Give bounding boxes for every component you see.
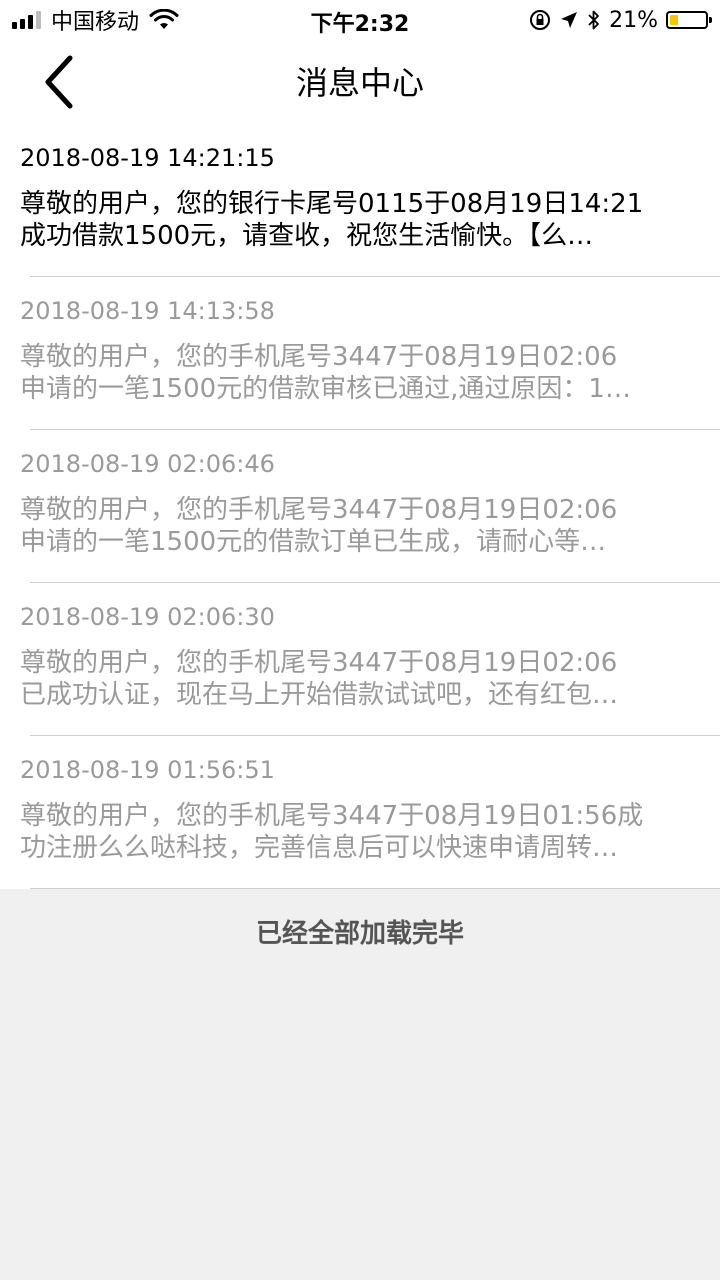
message-body: 尊敬的用户，您的手机尾号3447于08月19日01:56成 功注册么么哒科技，完…: [20, 800, 700, 864]
message-line: 尊敬的用户，您的银行卡尾号0115于08月19日14:21: [20, 189, 644, 219]
status-bar: 中国移动 下午2:32 21%: [0, 0, 720, 40]
message-line: 申请的一笔1500元的借款审核已通过,通过原因：1…: [20, 374, 631, 404]
message-item[interactable]: 2018-08-19 14:21:15 尊敬的用户，您的银行卡尾号0115于08…: [0, 124, 720, 277]
bluetooth-icon: [588, 10, 599, 30]
message-center-screen: 中国移动 下午2:32 21% 消息中心 2018-08-19 14:21:15…: [0, 0, 720, 1280]
message-item[interactable]: 2018-08-19 01:56:51 尊敬的用户，您的手机尾号3447于08月…: [0, 736, 720, 889]
battery-icon: [666, 11, 712, 29]
message-line: 尊敬的用户，您的手机尾号3447于08月19日02:06: [20, 648, 618, 678]
message-item[interactable]: 2018-08-19 02:06:30 尊敬的用户，您的手机尾号3447于08月…: [0, 583, 720, 736]
message-line: 申请的一笔1500元的借款订单已生成，请耐心等…: [20, 527, 607, 557]
message-item[interactable]: 2018-08-19 02:06:46 尊敬的用户，您的手机尾号3447于08月…: [0, 430, 720, 583]
orientation-lock-icon: [530, 10, 551, 30]
message-body: 尊敬的用户，您的手机尾号3447于08月19日02:06 申请的一笔1500元的…: [20, 341, 700, 405]
message-line: 成功借款1500元，请查收，祝您生活愉快。【么…: [20, 221, 594, 251]
message-time: 2018-08-19 02:06:30: [20, 603, 275, 631]
nav-bar: 消息中心: [0, 40, 720, 124]
load-complete-text: 已经全部加载完毕: [255, 919, 464, 949]
battery-percent: 21%: [609, 7, 658, 33]
message-body: 尊敬的用户，您的手机尾号3447于08月19日02:06 已成功认证，现在马上开…: [20, 647, 700, 711]
message-body: 尊敬的用户，您的银行卡尾号0115于08月19日14:21 成功借款1500元，…: [20, 188, 700, 252]
message-time: 2018-08-19 02:06:46: [20, 450, 275, 478]
status-right: 21%: [529, 6, 712, 34]
message-time: 2018-08-19 14:21:15: [20, 144, 275, 172]
message-time: 2018-08-19 01:56:51: [20, 756, 275, 784]
location-arrow-icon: [561, 12, 578, 28]
message-line: 尊敬的用户，您的手机尾号3447于08月19日02:06: [20, 342, 618, 372]
message-body: 尊敬的用户，您的手机尾号3447于08月19日02:06 申请的一笔1500元的…: [20, 494, 700, 558]
message-line: 尊敬的用户，您的手机尾号3447于08月19日02:06: [20, 495, 618, 525]
message-line: 尊敬的用户，您的手机尾号3447于08月19日01:56成: [20, 801, 644, 831]
page-title: 消息中心: [295, 64, 424, 102]
message-line: 功注册么么哒科技，完善信息后可以快速申请周转…: [20, 833, 619, 863]
message-item[interactable]: 2018-08-19 14:13:58 尊敬的用户，您的手机尾号3447于08月…: [0, 277, 720, 430]
message-list: 2018-08-19 14:21:15 尊敬的用户，您的银行卡尾号0115于08…: [0, 124, 720, 889]
message-time: 2018-08-19 14:13:58: [20, 297, 275, 325]
message-line: 已成功认证，现在马上开始借款试试吧，还有红包…: [20, 680, 619, 710]
